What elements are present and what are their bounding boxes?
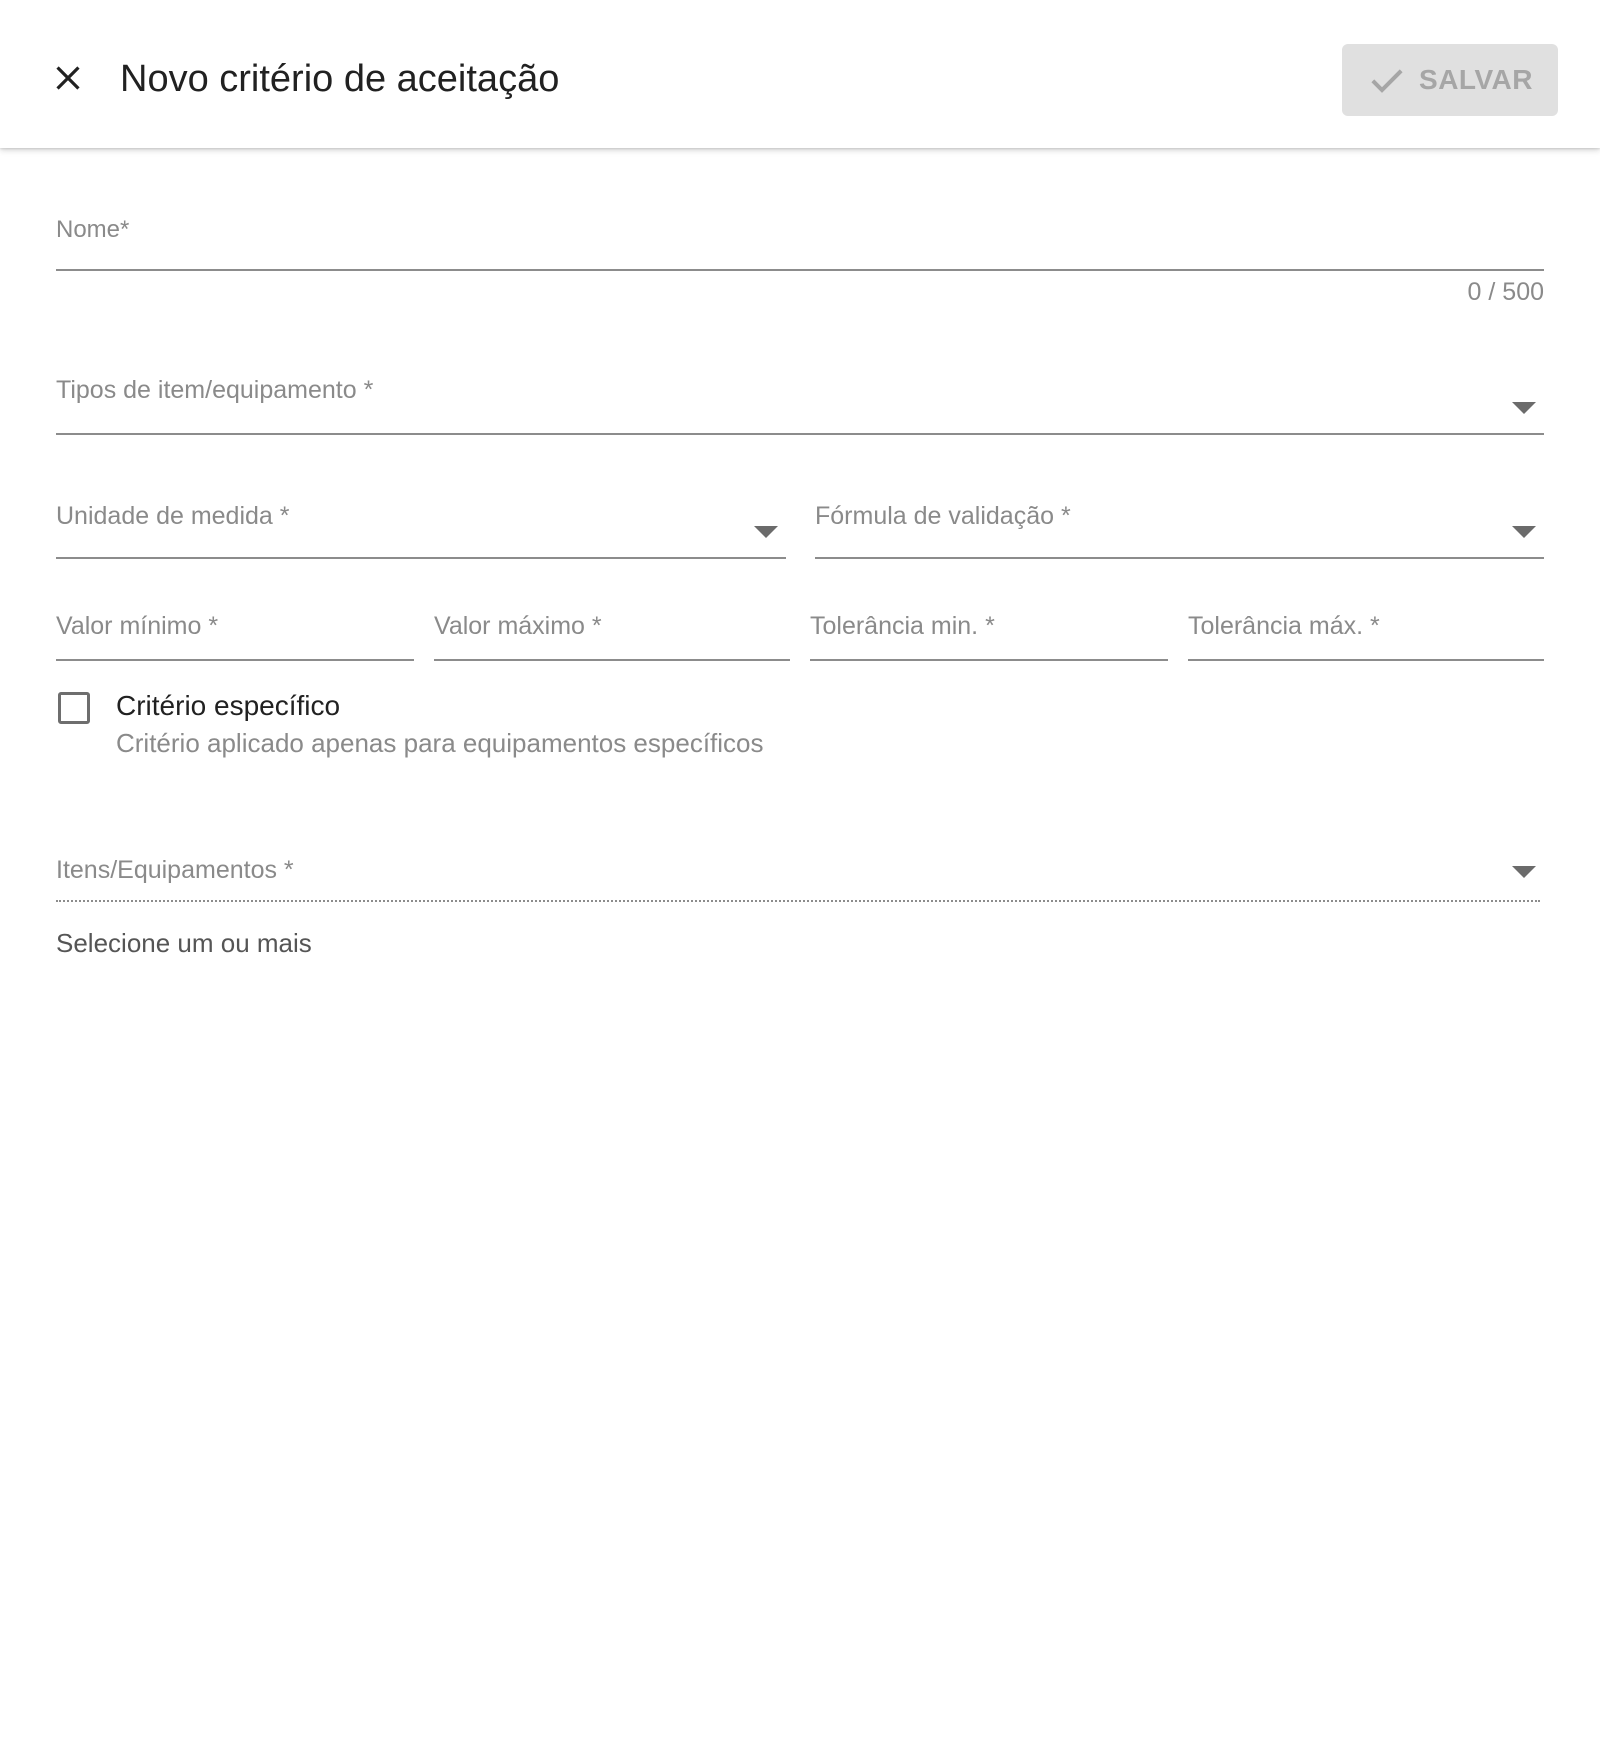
nome-char-counter: 0 / 500 bbox=[1467, 278, 1544, 306]
unidade-select[interactable]: Unidade de medida * bbox=[56, 500, 786, 562]
arrow-drop-down-icon bbox=[1512, 526, 1536, 538]
tipos-underline bbox=[56, 433, 1544, 435]
criterio-especifico-hint: Critério aplicado apenas para equipament… bbox=[116, 728, 764, 758]
tolerancia-min-input[interactable]: Tolerância min. * bbox=[810, 610, 1168, 666]
save-button-label: SALVAR bbox=[1419, 64, 1533, 95]
criterio-especifico-label: Critério específico bbox=[116, 690, 341, 721]
arrow-drop-down-icon bbox=[1512, 402, 1536, 414]
arrow-drop-down-icon bbox=[1512, 866, 1536, 878]
formula-underline bbox=[815, 557, 1544, 559]
tolerancia-min-underline bbox=[810, 659, 1168, 661]
page-title: Novo critério de aceitação bbox=[120, 58, 560, 100]
tolerancia-min-label: Tolerância min. * bbox=[810, 612, 995, 640]
valor-minimo-label: Valor mínimo * bbox=[56, 612, 219, 640]
close-button[interactable] bbox=[40, 50, 96, 106]
nome-field[interactable]: Nome* 0 / 500 bbox=[56, 212, 1544, 312]
itens-label: Itens/Equipamentos * bbox=[56, 856, 294, 884]
arrow-drop-down-icon bbox=[754, 526, 778, 538]
dialog-toolbar: Novo critério de aceitação SALVAR bbox=[0, 0, 1600, 148]
unidade-underline bbox=[56, 557, 786, 559]
formula-label: Fórmula de validação * bbox=[815, 502, 1071, 530]
valor-maximo-input[interactable]: Valor máximo * bbox=[434, 610, 790, 666]
tolerancia-max-underline bbox=[1188, 659, 1544, 661]
valor-maximo-underline bbox=[434, 659, 790, 661]
unidade-label: Unidade de medida * bbox=[56, 502, 290, 530]
formula-select[interactable]: Fórmula de validação * bbox=[815, 500, 1544, 562]
tolerancia-max-input[interactable]: Tolerância máx. * bbox=[1188, 610, 1544, 666]
valor-maximo-label: Valor máximo * bbox=[434, 612, 602, 640]
itens-helper-text: Selecione um ou mais bbox=[56, 928, 312, 958]
nome-label: Nome* bbox=[56, 216, 130, 243]
valor-minimo-input[interactable]: Valor mínimo * bbox=[56, 610, 414, 666]
tipos-select[interactable]: Tipos de item/equipamento * bbox=[56, 374, 1544, 438]
check-icon bbox=[1371, 69, 1403, 93]
tipos-label: Tipos de item/equipamento * bbox=[56, 376, 374, 404]
tolerancia-max-label: Tolerância máx. * bbox=[1188, 612, 1380, 640]
checkbox-box[interactable] bbox=[58, 692, 90, 724]
close-icon bbox=[56, 66, 80, 90]
dialog-page: Novo critério de aceitação SALVAR Nome* … bbox=[0, 0, 1600, 1744]
itens-underline bbox=[56, 900, 1540, 902]
valor-minimo-underline bbox=[56, 659, 414, 661]
criterio-especifico-checkbox[interactable]: Critério específico Critério aplicado ap… bbox=[56, 688, 956, 788]
save-button[interactable]: SALVAR bbox=[1342, 44, 1558, 116]
itens-select[interactable]: Itens/Equipamentos * Selecione um ou mai… bbox=[56, 854, 1544, 964]
nome-underline bbox=[56, 269, 1544, 271]
